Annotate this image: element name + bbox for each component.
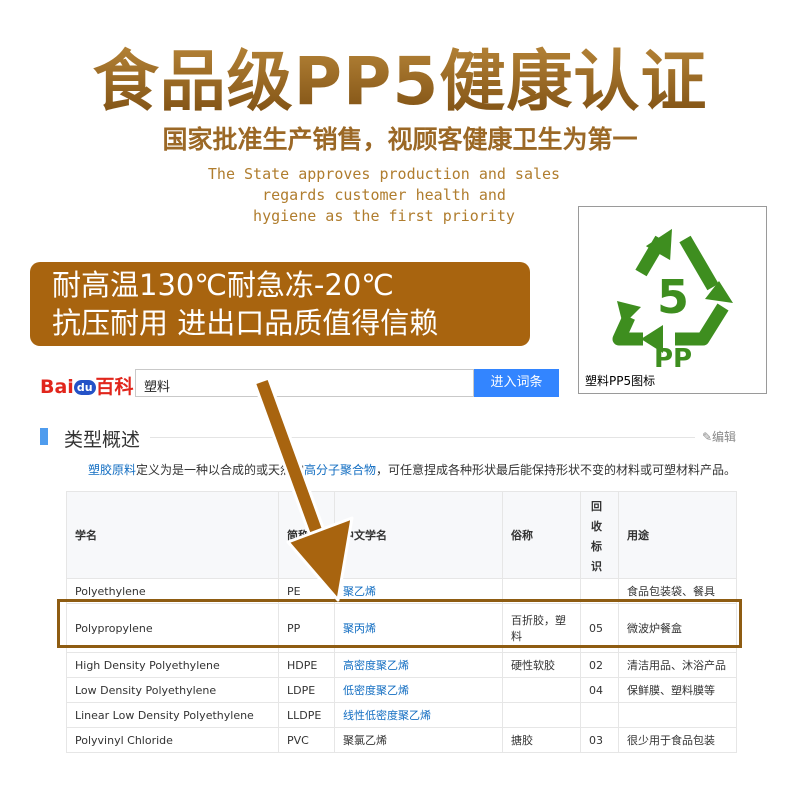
page-subtitle: 国家批准生产销售，视顾客健康卫生为第一 xyxy=(162,125,638,154)
section-description: 塑胶原料定义为是一种以合成的或天然的高分子聚合物，可任意捏成各种形状最后能保持形… xyxy=(88,461,768,478)
cell-code xyxy=(580,702,619,728)
cell-cn-link[interactable]: 线性低密度聚乙烯 xyxy=(334,702,503,728)
enter-entry-button[interactable]: 进入词条 xyxy=(474,369,559,397)
recycle-triangle-icon: 5 PP xyxy=(612,228,733,371)
link-plastic-material[interactable]: 塑胶原料 xyxy=(88,463,136,477)
paw-icon: du xyxy=(73,380,96,395)
plastic-types-table: 学名 简称 中文学名 俗称 回 收 标 识 用途 Polyethylene PE… xyxy=(66,491,737,753)
cell-common xyxy=(502,702,581,728)
cell-abbr: LDPE xyxy=(278,677,335,703)
header-cell: 俗称 xyxy=(502,491,581,579)
cell-common: 百折胶，塑料 xyxy=(502,603,581,653)
cell-name: High Density Polyethylene xyxy=(66,652,279,678)
logo-baike: 百科 xyxy=(95,376,134,398)
header-cell: 中文学名 xyxy=(334,491,503,579)
table-row: Low Density Polyethylene LDPE 低密度聚乙烯 04 … xyxy=(66,677,737,703)
cell-cn-link[interactable]: 聚丙烯 xyxy=(334,603,503,653)
header-char: 识 xyxy=(591,560,602,573)
search-input[interactable]: 塑料 xyxy=(135,369,474,397)
cell-cn-link[interactable]: 高密度聚乙烯 xyxy=(334,652,503,678)
table-row: High Density Polyethylene HDPE 高密度聚乙烯 硬性… xyxy=(66,652,737,678)
section-marker xyxy=(40,428,48,445)
table-header-row: 学名 简称 中文学名 俗称 回 收 标 识 用途 xyxy=(66,491,737,579)
cell-abbr: PE xyxy=(278,578,335,604)
cell-cn-link[interactable]: 聚乙烯 xyxy=(334,578,503,604)
banner-line-2: 抗压耐用 进出口品质值得信赖 xyxy=(52,306,439,340)
cell-name: Low Density Polyethylene xyxy=(66,677,279,703)
cell-use: 保鲜膜、塑料膜等 xyxy=(618,677,737,703)
cell-abbr: PP xyxy=(278,603,335,653)
table-row-polypropylene: Polypropylene PP 聚丙烯 百折胶，塑料 05 微波炉餐盒 xyxy=(66,603,737,653)
logo-bai: Bai xyxy=(40,376,74,398)
cell-use xyxy=(618,702,737,728)
cell-use: 清洁用品、沐浴产品 xyxy=(618,652,737,678)
edit-link[interactable]: ✎编辑 xyxy=(702,428,736,445)
header-cell: 用途 xyxy=(618,491,737,579)
english-line: The State approves production and sales xyxy=(207,165,561,183)
header-cell: 学名 xyxy=(66,491,279,579)
cell-common: 硬性软胶 xyxy=(502,652,581,678)
cell-code: 02 xyxy=(580,652,619,678)
header-char: 回 xyxy=(591,500,602,513)
desc-text: 定义为是一种以合成的或天然的 xyxy=(136,463,305,477)
cell-abbr: PVC xyxy=(278,727,335,753)
recycle-number: 5 xyxy=(657,270,689,324)
cell-common: 搪胶 xyxy=(502,727,581,753)
cell-name: Linear Low Density Polyethylene xyxy=(66,702,279,728)
feature-banner: 耐高温130℃耐急冻-20℃ 抗压耐用 进出口品质值得信赖 xyxy=(30,262,530,346)
english-line: regards customer health and xyxy=(262,186,506,204)
header-char: 标 xyxy=(591,540,602,553)
cell-code: 03 xyxy=(580,727,619,753)
banner-line-1: 耐高温130℃耐急冻-20℃ xyxy=(52,268,394,302)
section-divider xyxy=(150,437,695,438)
cell-common xyxy=(502,578,581,604)
link-polymer[interactable]: 高分子聚合物 xyxy=(304,463,376,477)
cell-use: 微波炉餐盒 xyxy=(618,603,737,653)
header-cell: 简称 xyxy=(278,491,335,579)
cell-code: 05 xyxy=(580,603,619,653)
cell-cn-link[interactable]: 低密度聚乙烯 xyxy=(334,677,503,703)
baidu-baike-logo[interactable]: Bai du 百科 xyxy=(40,372,134,399)
cell-abbr: LLDPE xyxy=(278,702,335,728)
header-cell-recycle: 回 收 标 识 xyxy=(580,491,619,579)
cell-abbr: HDPE xyxy=(278,652,335,678)
cell-cn: 聚氯乙烯 xyxy=(334,727,503,753)
recycle-code: PP xyxy=(654,344,692,371)
cell-name: Polyvinyl Chloride xyxy=(66,727,279,753)
cell-code xyxy=(580,578,619,604)
cell-name: Polyethylene xyxy=(66,578,279,604)
section-title: 类型概述 xyxy=(64,425,151,452)
cell-use: 食品包装袋、餐具 xyxy=(618,578,737,604)
header-char: 收 xyxy=(591,520,602,533)
cell-name: Polypropylene xyxy=(66,603,279,653)
cell-common xyxy=(502,677,581,703)
page-title: 食品级PP5健康认证 xyxy=(0,28,800,124)
table-row: Polyethylene PE 聚乙烯 食品包装袋、餐具 xyxy=(66,578,737,604)
cell-use: 很少用于食品包装 xyxy=(618,727,737,753)
table-row: Linear Low Density Polyethylene LLDPE 线性… xyxy=(66,702,737,728)
desc-text-end: ，可任意捏成各种形状最后能保持形状不变的材料或可塑材料产品。 xyxy=(376,463,737,477)
cell-code: 04 xyxy=(580,677,619,703)
badge-caption: 塑料PP5图标 xyxy=(585,374,656,388)
pp5-recycle-badge: 5 PP 塑料PP5图标 xyxy=(578,206,767,394)
table-row: Polyvinyl Chloride PVC 聚氯乙烯 搪胶 03 很少用于食品… xyxy=(66,727,737,753)
